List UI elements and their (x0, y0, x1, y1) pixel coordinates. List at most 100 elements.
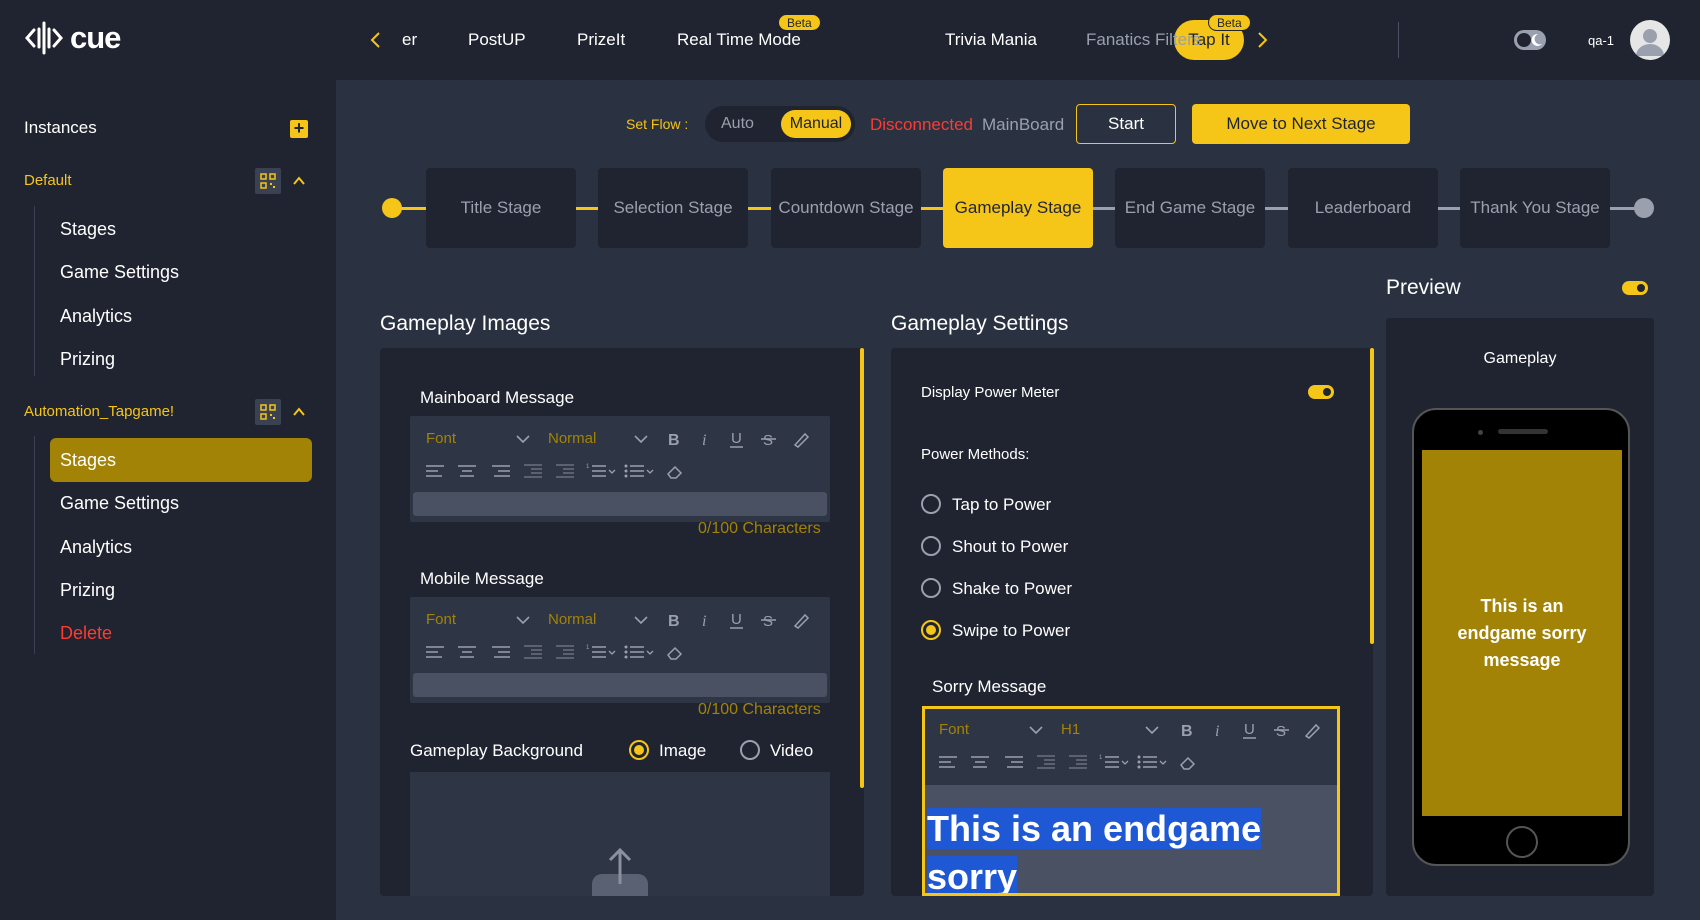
strikethrough-icon[interactable]: S (1271, 721, 1293, 739)
bg-image-label[interactable]: Image (659, 741, 706, 761)
power-meter-toggle[interactable] (1308, 385, 1334, 399)
shake-to-power-radio[interactable] (921, 578, 941, 598)
size-select[interactable]: Normal (548, 430, 596, 447)
eraser-icon[interactable] (664, 462, 686, 480)
chevron-down-icon[interactable] (1141, 721, 1163, 739)
font-select[interactable]: Font (939, 721, 969, 738)
font-select[interactable]: Font (426, 430, 456, 447)
italic-icon[interactable]: i (694, 430, 716, 448)
underline-icon[interactable]: U (726, 611, 748, 629)
eraser-icon[interactable] (1177, 753, 1199, 771)
nav-item-er[interactable]: er (402, 30, 417, 50)
indent-icon[interactable] (1067, 753, 1089, 771)
qr-code-icon[interactable] (255, 168, 281, 194)
sorry-message-editor[interactable]: Font H1 B i U S 1 This is an endgame sor… (922, 706, 1340, 896)
italic-icon[interactable]: i (694, 611, 716, 629)
swipe-to-power-radio[interactable] (921, 620, 941, 640)
bg-video-label[interactable]: Video (770, 741, 813, 761)
flow-auto-option[interactable]: Auto (721, 115, 754, 133)
nav-item-postup[interactable]: PostUP (468, 30, 526, 50)
highlight-icon[interactable] (790, 611, 812, 629)
images-scrollbar[interactable] (860, 348, 864, 788)
chevron-left-icon[interactable] (366, 30, 386, 50)
avatar[interactable] (1630, 20, 1670, 60)
outdent-icon[interactable] (1035, 753, 1057, 771)
sidebar-item-analytics[interactable]: Analytics (60, 306, 132, 327)
align-left-icon[interactable] (937, 753, 959, 771)
indent-icon[interactable] (554, 643, 576, 661)
flow-toggle[interactable]: Auto Manual (705, 106, 855, 142)
nav-item-real-time-mode[interactable]: Real Time Mode (677, 30, 801, 50)
nav-item-fanatics-filters[interactable]: Fanatics Filters (1086, 30, 1201, 50)
indent-icon[interactable] (554, 462, 576, 480)
chevron-down-icon[interactable] (512, 430, 534, 448)
bullet-list-icon[interactable] (624, 462, 654, 480)
highlight-icon[interactable] (1301, 721, 1323, 739)
preview-toggle[interactable] (1622, 281, 1648, 295)
tap-to-power-radio[interactable] (921, 494, 941, 514)
chevron-up-icon[interactable] (292, 405, 306, 419)
ordered-list-icon[interactable]: 1 (1099, 753, 1129, 771)
chevron-down-icon[interactable] (630, 611, 652, 629)
underline-icon[interactable]: U (1239, 721, 1261, 739)
align-right-icon[interactable] (1003, 753, 1025, 771)
nav-item-prizeit[interactable]: PrizeIt (577, 30, 625, 50)
shake-to-power-label[interactable]: Shake to Power (952, 579, 1072, 599)
flow-manual-option[interactable]: Manual (781, 110, 851, 138)
stage-thank-you[interactable]: Thank You Stage (1460, 168, 1610, 248)
bg-image-radio[interactable] (629, 740, 649, 760)
highlight-icon[interactable] (790, 430, 812, 448)
bold-icon[interactable]: B (662, 611, 684, 629)
align-right-icon[interactable] (490, 462, 512, 480)
eraser-icon[interactable] (664, 643, 686, 661)
chevron-up-icon[interactable] (292, 174, 306, 188)
sidebar-item-stages[interactable]: Stages (60, 219, 116, 240)
sidebar-item-prizing[interactable]: Prizing (60, 349, 115, 370)
mainboard-message-input[interactable] (413, 492, 827, 516)
bullet-list-icon[interactable] (624, 643, 654, 661)
underline-icon[interactable]: U (726, 430, 748, 448)
shout-to-power-label[interactable]: Shout to Power (952, 537, 1068, 557)
align-left-icon[interactable] (424, 462, 446, 480)
move-next-stage-button[interactable]: Move to Next Stage (1192, 104, 1410, 144)
align-center-icon[interactable] (456, 462, 478, 480)
stage-countdown[interactable]: Countdown Stage (771, 168, 921, 248)
size-select[interactable]: Normal (548, 611, 596, 628)
sidebar-item-game-settings[interactable]: Game Settings (60, 493, 179, 514)
align-right-icon[interactable] (490, 643, 512, 661)
stage-end-game[interactable]: End Game Stage (1115, 168, 1265, 248)
stage-leaderboard[interactable]: Leaderboard (1288, 168, 1438, 248)
add-instance-button[interactable]: + (290, 119, 308, 138)
nav-item-trivia-mania[interactable]: Trivia Mania (945, 30, 1037, 50)
strikethrough-icon[interactable]: S (758, 611, 780, 629)
bold-icon[interactable]: B (1175, 721, 1197, 739)
bold-icon[interactable]: B (662, 430, 684, 448)
stage-title[interactable]: Title Stage (426, 168, 576, 248)
stage-selection[interactable]: Selection Stage (598, 168, 748, 248)
chevron-down-icon[interactable] (512, 611, 534, 629)
swipe-to-power-label[interactable]: Swipe to Power (952, 621, 1070, 641)
group-automation-tapgame[interactable]: Automation_Tapgame! (24, 403, 174, 420)
align-left-icon[interactable] (424, 643, 446, 661)
chevron-down-icon[interactable] (630, 430, 652, 448)
sidebar-item-delete[interactable]: Delete (60, 623, 112, 644)
outdent-icon[interactable] (522, 643, 544, 661)
ordered-list-icon[interactable]: 1 (586, 462, 616, 480)
outdent-icon[interactable] (522, 462, 544, 480)
sidebar-item-prizing[interactable]: Prizing (60, 580, 115, 601)
sidebar-item-stages-active[interactable]: Stages (50, 438, 312, 482)
background-upload-area[interactable] (410, 772, 830, 896)
chevron-right-icon[interactable] (1252, 30, 1272, 50)
italic-icon[interactable]: i (1207, 721, 1229, 739)
shout-to-power-radio[interactable] (921, 536, 941, 556)
size-select[interactable]: H1 (1061, 721, 1080, 738)
cue-logo[interactable]: cue (24, 18, 121, 58)
bullet-list-icon[interactable] (1137, 753, 1167, 771)
align-center-icon[interactable] (969, 753, 991, 771)
align-center-icon[interactable] (456, 643, 478, 661)
sidebar-item-game-settings[interactable]: Game Settings (60, 262, 179, 283)
user-name[interactable]: qa-1 (1588, 33, 1614, 48)
theme-toggle[interactable] (1514, 30, 1546, 50)
font-select[interactable]: Font (426, 611, 456, 628)
bg-video-radio[interactable] (740, 740, 760, 760)
